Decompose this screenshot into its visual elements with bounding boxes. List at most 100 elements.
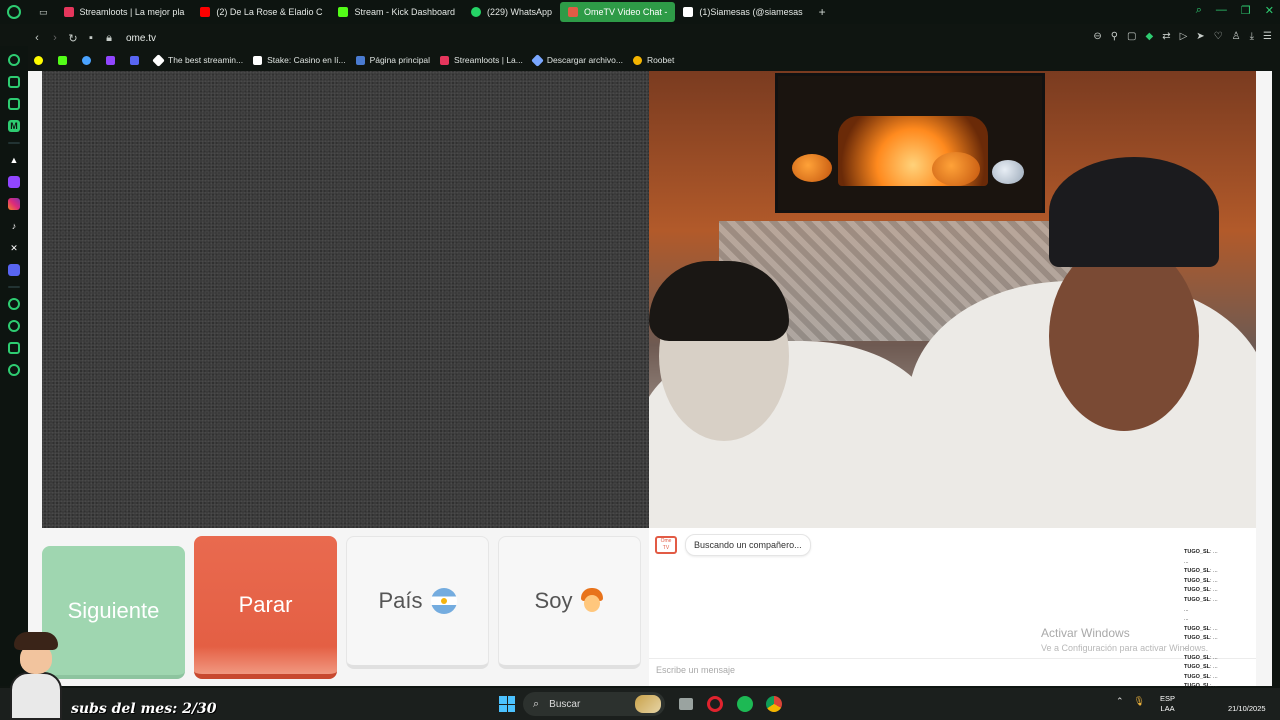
tab-tiktok[interactable]: (1)Siamesas (@siamesas [675,2,810,22]
local-camera-feed [42,71,649,528]
overlay-chat-line: ... [1184,606,1189,613]
file-explorer-icon[interactable] [679,698,693,710]
cast-icon[interactable]: ▷ [1180,31,1188,42]
maximize-icon[interactable]: ❐ [1241,4,1251,17]
overlay-chat-line: TUGO_SL: ... [1184,596,1218,603]
menu-icon[interactable]: ☰ [1263,31,1272,42]
x-icon[interactable]: ✕ [8,242,20,254]
tab-streamloots[interactable]: Streamloots | La mejor pla [56,2,193,22]
country-button-label: País [378,588,423,613]
bookmark-download[interactable]: Descargar archivo... [531,53,623,67]
language-layout: LAA [1160,704,1175,713]
bookmark-streamloots[interactable]: Streamloots | La... [440,55,523,65]
player-icon[interactable] [8,298,20,310]
overlay-chat-line: TUGO_SL: ... [1184,664,1218,671]
tray-chevron-icon[interactable]: ⌃ [1116,696,1124,707]
country-button[interactable]: País [346,536,489,669]
ai-tools-icon[interactable] [8,76,20,88]
tab-island-icon[interactable] [8,98,20,110]
tab-ometv[interactable]: OmeTV Video Chat - [560,2,676,22]
forward-icon[interactable]: › [46,32,64,44]
snapshot-icon[interactable]: ▢ [1127,31,1136,42]
sidebar-divider [8,142,20,144]
language-indicator[interactable]: ESP LAA [1160,694,1175,714]
overlay-chat-line: TUGO_SL: ... [1184,654,1218,661]
tab-youtube[interactable]: (2) De La Rose & Eladio C [192,2,330,22]
reload-icon[interactable]: ↻ [64,32,82,45]
heart-icon[interactable]: ♡ [1214,31,1223,42]
profile-icon[interactable]: ♙ [1232,31,1241,42]
back-icon[interactable]: ‹ [28,32,46,44]
bookmark-globe[interactable] [82,55,96,65]
aria-icon[interactable] [8,54,20,66]
stake-icon [253,55,263,65]
tab-workspaces[interactable]: ▭ [31,2,56,22]
streamloots-icon [63,7,74,17]
boy-emoji-icon [580,588,604,614]
opera-logo-icon[interactable] [7,5,21,19]
twitch-icon[interactable] [8,176,20,188]
person-right-head [1049,241,1199,431]
history-icon[interactable] [8,320,20,332]
extensions-icon[interactable] [8,342,20,354]
streaming-icon [152,53,165,67]
streamloots-icon [440,55,450,65]
search-tabs-icon[interactable]: ⌕ [1196,4,1202,17]
opera-gx-icon[interactable] [707,696,723,712]
instagram-icon[interactable] [8,198,20,210]
camera-icon[interactable]: ▪ [82,32,100,44]
subs-goal-label: subs del mes: 2/30 [71,701,217,717]
avatar-hoodie [10,672,62,720]
pin-icon[interactable]: ⚲ [1111,31,1118,42]
sidebar-divider [8,286,20,288]
bookmark-roobet[interactable]: Roobet [632,55,674,65]
download-icon [531,53,544,67]
tiktok-icon[interactable]: ♪ [8,220,20,232]
home-icon [355,55,365,65]
bookmark-label: Página principal [369,55,431,65]
bookmark-twitch[interactable] [106,55,120,65]
url-field[interactable]: ome.tv [126,33,156,44]
overlay-chat-line: TUGO_SL: ... [1184,577,1218,584]
bookmark-home[interactable]: Página principal [355,55,431,65]
overlay-chat-line: TUGO_SL: ... [1184,587,1218,594]
system-tray: ⌃ 🎙︎ [1116,696,1145,707]
new-tab-button[interactable]: + [819,5,826,19]
windows-start-icon[interactable] [499,696,515,712]
overlay-chat-line: ... [1184,644,1189,651]
download-icon[interactable]: ⤓ [1250,31,1254,42]
translate-icon[interactable]: ⇄ [1162,31,1170,42]
send-icon[interactable]: ➤ [1196,31,1204,42]
tab-whatsapp[interactable]: (229) WhatsApp [463,2,560,22]
search-highlight-icon [635,695,661,713]
messenger-m-icon[interactable]: M [8,120,20,132]
taskbar-search[interactable]: ⌕ Buscar [523,692,665,716]
spotify-icon[interactable] [737,696,753,712]
bookmark-label: Streamloots | La... [454,55,523,65]
lock-icon: 🔒︎ [106,31,112,44]
microphone-icon[interactable]: 🎙︎ [1134,696,1145,707]
discord-icon[interactable] [8,264,20,276]
bookmark-snapchat[interactable] [34,55,48,65]
bookmark-label: Descargar archivo... [546,55,623,65]
vpn-shield-icon[interactable]: ◆ [1145,31,1153,42]
zoom-icon[interactable]: ⊖ [1093,31,1101,42]
close-icon[interactable]: ✕ [1265,4,1274,17]
bookmark-kick[interactable] [58,55,72,65]
tab-kick[interactable]: Stream - Kick Dashboard [330,2,463,22]
overlay-chat-line: TUGO_SL: ... [1184,549,1218,555]
chat-status-message: Buscando un compañero... [685,534,811,556]
bookmark-discord[interactable] [130,55,144,65]
chrome-icon[interactable] [766,696,782,712]
ometv-logo-icon: Ome TV [655,536,677,554]
gender-button[interactable]: Soy [498,536,641,669]
chat-input[interactable]: Escribe un mensaje [649,658,1256,680]
stop-button[interactable]: Parar [194,536,337,679]
bookmark-streaming[interactable]: The best streamin... [152,53,243,67]
overlay-chat-line: TUGO_SL: ... [1184,673,1218,680]
bookmark-stake[interactable]: Stake: Casino en lí... [253,55,346,65]
arc-a-icon[interactable]: ▲ [8,154,20,166]
settings-gear-icon[interactable] [8,364,20,376]
discord-icon [130,55,139,65]
minimize-icon[interactable]: — [1216,4,1227,17]
